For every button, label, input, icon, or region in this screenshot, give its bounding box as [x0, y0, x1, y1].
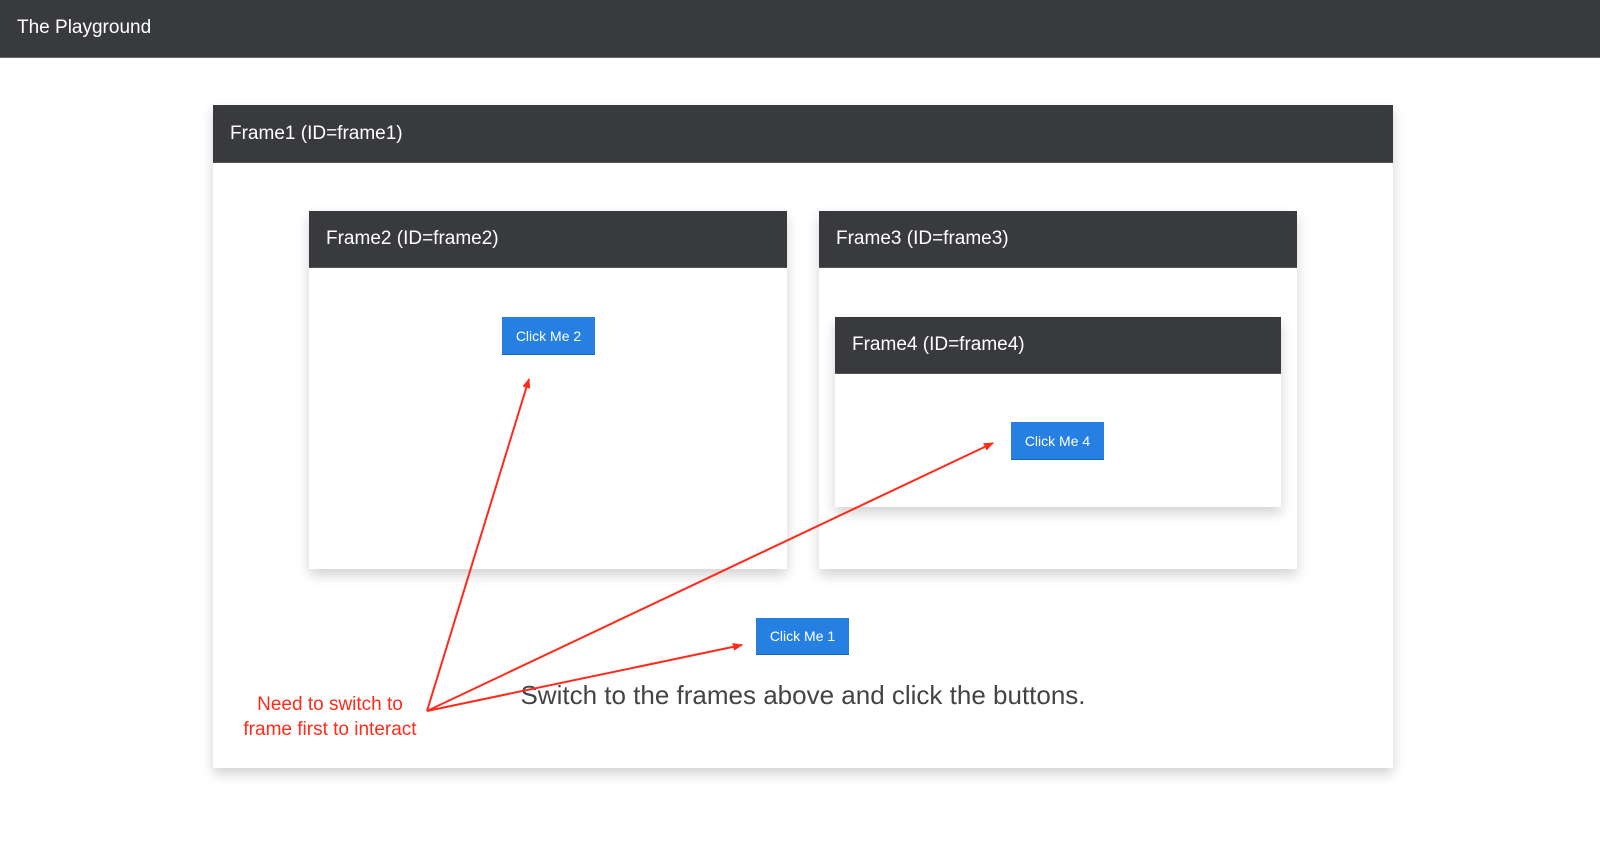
frame1-header: Frame1 (ID=frame1) — [213, 105, 1393, 163]
click-me-1-button[interactable]: Click Me 1 — [756, 618, 849, 655]
frame2-header: Frame2 (ID=frame2) — [309, 211, 787, 268]
app-title: The Playground — [17, 17, 152, 38]
instruction-text: Switch to the frames above and click the… — [520, 680, 1086, 710]
frame4-header: Frame4 (ID=frame4) — [835, 317, 1281, 374]
frame4: Frame4 (ID=frame4) — [835, 317, 1281, 507]
frame3-header: Frame3 (ID=frame3) — [819, 211, 1297, 268]
annotation-line-1: Need to switch to — [257, 694, 403, 715]
annotation-line-2: frame first to interact — [243, 719, 417, 740]
frame2: Frame2 (ID=frame2) — [309, 211, 787, 569]
annotation-note: Need to switch to frame first to interac… — [220, 692, 440, 742]
click-me-4-button[interactable]: Click Me 4 — [1011, 422, 1104, 460]
click-me-2-button[interactable]: Click Me 2 — [502, 317, 595, 355]
top-navbar: The Playground — [0, 0, 1600, 58]
